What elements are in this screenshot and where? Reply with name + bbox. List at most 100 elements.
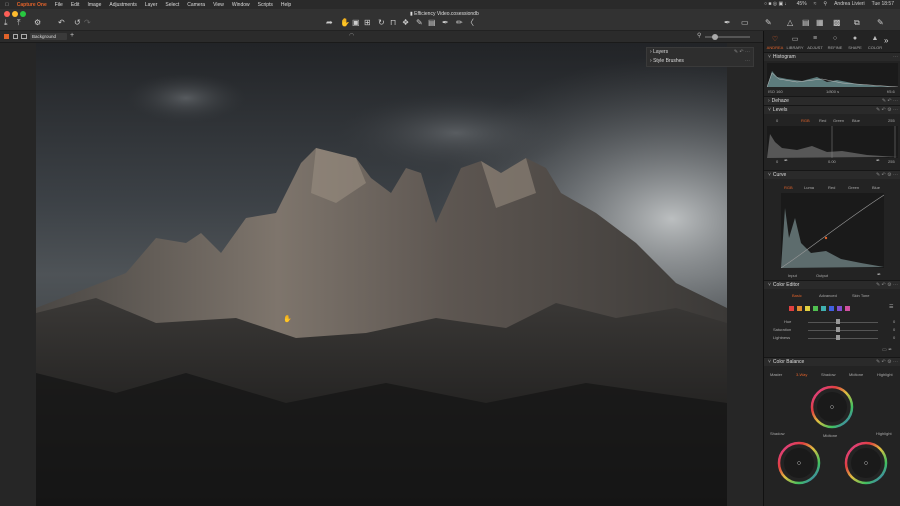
curve-tab-green[interactable]: Green — [848, 185, 859, 190]
levels-picker-right-icon[interactable]: ✒ — [876, 158, 880, 164]
color-balance-header[interactable]: ˅ Color Balance ✎ ↶ ⚙ ⋯ — [764, 358, 900, 366]
battery-label[interactable]: 45% — [797, 1, 807, 7]
color-balance-tab-master[interactable]: Master — [770, 372, 782, 377]
saturation-slider-handle[interactable] — [836, 327, 840, 332]
add-layer-icon[interactable]: + — [70, 32, 74, 39]
histogram-header[interactable]: ˅ Histogram ⋯ — [764, 53, 900, 61]
menu-scripts[interactable]: Scripts — [258, 2, 273, 8]
color-swatch[interactable] — [813, 306, 818, 311]
curve-tab-blue[interactable]: Blue — [872, 185, 880, 190]
levels-tab-green[interactable]: Green — [833, 118, 844, 123]
color-balance-tab-highlight[interactable]: Highlight — [877, 372, 893, 377]
levels-mid[interactable]: 0.00 — [828, 159, 836, 164]
color-balance-tab-3way[interactable]: 3-Way — [796, 372, 807, 377]
export-icon[interactable]: ⤒ — [17, 18, 21, 28]
tab-library[interactable]: LIBRARY — [784, 45, 806, 50]
picker-tool-icon[interactable]: ✒ — [442, 18, 449, 28]
levels-picker-icon[interactable]: ✒ — [784, 158, 788, 164]
color-editor-menu-icon[interactable]: ☰ — [889, 304, 893, 310]
status-icons[interactable]: ○ ■ ◎ ▣ ♩ — [764, 1, 790, 7]
close-window-button[interactable] — [4, 11, 10, 17]
text-tool-icon[interactable]: 〈 — [466, 18, 474, 28]
undo-icon[interactable]: ↶ — [58, 18, 65, 28]
levels-tab-rgb[interactable]: RGB — [801, 118, 810, 123]
levels-tab-red[interactable]: Red — [819, 118, 826, 123]
spot-tool-icon[interactable]: ❖ — [402, 18, 409, 28]
layers-row[interactable]: › Layers — [650, 49, 668, 55]
master-color-wheel[interactable] — [802, 382, 862, 432]
annotate-tool-icon[interactable]: ✏ — [456, 18, 463, 28]
levels-in-high[interactable]: 255 — [888, 118, 895, 123]
color-swatch[interactable] — [821, 306, 826, 311]
hue-slider-handle[interactable] — [836, 319, 840, 324]
keystone-tool-icon[interactable]: ⊓ — [390, 18, 396, 28]
pen-icon[interactable]: ✎ — [765, 18, 772, 28]
lightness-value[interactable]: 0 — [893, 335, 895, 340]
brush-tool-icon[interactable]: ✎ — [416, 18, 423, 28]
multi-view-toggle[interactable] — [21, 34, 27, 39]
camera-tool-icon[interactable]: ▣ — [352, 18, 360, 28]
dehaze-header[interactable]: › Dehaze ✎ ↶ ⋯ — [764, 97, 900, 105]
saturation-value[interactable]: 0 — [893, 327, 895, 332]
color-swatch[interactable] — [837, 306, 842, 311]
color-swatch[interactable] — [829, 306, 834, 311]
lightness-slider[interactable] — [808, 338, 878, 339]
hue-value[interactable]: 0 — [893, 319, 895, 324]
levels-in-low[interactable]: 0 — [776, 118, 778, 123]
rotate-tool-icon[interactable]: ↻ — [378, 18, 385, 28]
curve-header[interactable]: ˅ Curve ✎ ↶ ⚙ ⋯ — [764, 171, 900, 179]
tab-shape[interactable]: SHAPE — [844, 45, 866, 50]
more-tabs-icon[interactable]: » — [884, 36, 888, 45]
curve-tab-red[interactable]: Red — [828, 185, 835, 190]
color-editor-tab-advanced[interactable]: Advanced — [819, 293, 837, 298]
sliders-icon[interactable]: ≡ — [804, 35, 826, 42]
menu-view[interactable]: View — [213, 2, 224, 8]
person-icon[interactable]: ● — [844, 35, 866, 42]
curve-tab-rgb[interactable]: RGB — [784, 185, 793, 190]
zoom-search-icon[interactable]: ⚲ — [697, 32, 701, 39]
levels-graph[interactable] — [767, 126, 898, 158]
import-icon[interactable]: ⤓ — [4, 18, 8, 28]
tab-adjust[interactable]: ADJUST — [804, 45, 826, 50]
lightness-slider-handle[interactable] — [836, 335, 840, 340]
curve-output-label[interactable]: Output — [816, 273, 828, 278]
color-editor-view-icon[interactable]: ▭ ✒ — [882, 347, 892, 353]
photo-mountain[interactable] — [36, 43, 727, 506]
color-picker-icon[interactable]: ✒ — [724, 18, 731, 28]
zoom-slider-handle[interactable] — [712, 34, 718, 40]
grid-view-toggle[interactable] — [4, 34, 9, 39]
single-view-toggle[interactable] — [13, 34, 18, 39]
eraser-tool-icon[interactable]: ▤ — [428, 18, 436, 28]
color-swatch[interactable] — [789, 306, 794, 311]
menu-camera[interactable]: Camera — [187, 2, 205, 8]
color-balance-tab-midtone[interactable]: Midtone — [849, 372, 863, 377]
menu-select[interactable]: Select — [165, 2, 179, 8]
folder-icon[interactable]: ▭ — [784, 35, 806, 43]
compare-icon[interactable]: ▦ — [816, 18, 824, 28]
curve-tab-luma[interactable]: Luma — [804, 185, 814, 190]
warning-icon[interactable]: △ — [787, 18, 793, 28]
heart-icon[interactable]: ♡ — [764, 35, 786, 43]
menu-edit[interactable]: Edit — [71, 2, 80, 8]
levels-tab-blue[interactable]: Blue — [852, 118, 860, 123]
color-balance-tab-shadow[interactable]: Shadow — [821, 372, 835, 377]
pan-tool-icon[interactable]: ✋ — [340, 18, 350, 28]
view-icon[interactable]: ▭ — [741, 18, 749, 28]
menu-app-name[interactable]: Capture One — [17, 2, 47, 8]
layers-tools[interactable]: ✎ ↶ ⋯ — [734, 49, 750, 55]
color-swatch[interactable] — [805, 306, 810, 311]
menu-file[interactable]: File — [55, 2, 63, 8]
menu-window[interactable]: Window — [232, 2, 250, 8]
redo-icon[interactable]: ↷ — [84, 18, 91, 28]
menu-layer[interactable]: Layer — [145, 2, 158, 8]
color-editor-tab-basic[interactable]: Basic — [792, 293, 802, 298]
tab-color[interactable]: COLOR — [864, 45, 886, 50]
curve-graph[interactable] — [781, 193, 884, 268]
layer-select[interactable]: Background — [30, 33, 67, 40]
menu-help[interactable]: Help — [281, 2, 291, 8]
tab-refine[interactable]: REFINE — [824, 45, 846, 50]
style-brushes-more[interactable]: ⋯ — [745, 58, 750, 64]
settings-icon[interactable]: ✎ — [877, 18, 884, 28]
menu-adjustments[interactable]: Adjustments — [109, 2, 137, 8]
levels-header[interactable]: ˅ Levels ✎ ↶ ⚙ ⋯ — [764, 106, 900, 114]
